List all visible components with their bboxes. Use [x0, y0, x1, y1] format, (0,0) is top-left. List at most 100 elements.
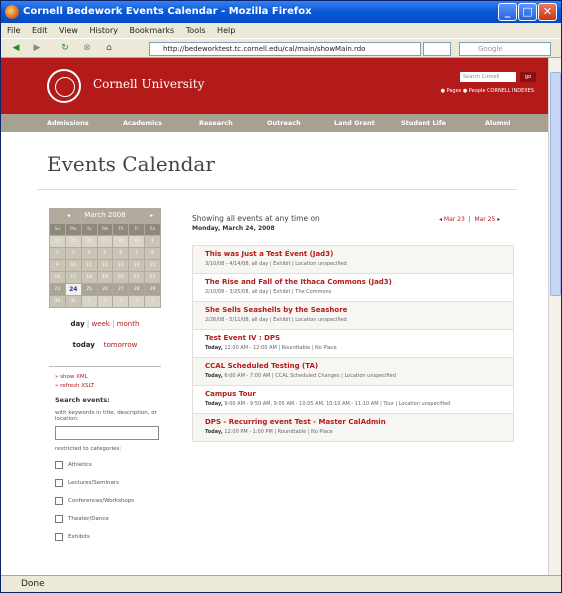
- event-title[interactable]: She Sells Seashells by the Seashore: [205, 306, 505, 314]
- nav-academics[interactable]: Academics: [123, 114, 162, 132]
- cornell-indexes-link[interactable]: CORNELL INDEXES: [487, 88, 534, 94]
- calendar-day[interactable]: 29: [129, 236, 145, 247]
- nav-student-life[interactable]: Student Life: [401, 114, 446, 132]
- keyword-search-input[interactable]: [55, 426, 159, 440]
- stop-icon[interactable]: ⊗: [79, 42, 95, 55]
- calendar-day[interactable]: 19: [97, 272, 113, 283]
- nav-research[interactable]: Research: [199, 114, 233, 132]
- nav-outreach[interactable]: Outreach: [267, 114, 301, 132]
- prev-month-icon[interactable]: ◂: [67, 208, 70, 223]
- category-checkbox[interactable]: [55, 497, 63, 505]
- event-title[interactable]: DPS - Recurring event Test - Master CalA…: [205, 418, 505, 426]
- calendar-day[interactable]: 30: [50, 296, 65, 307]
- calendar-day[interactable]: 26: [81, 236, 97, 247]
- header-search-input[interactable]: Search Cornell: [460, 72, 516, 82]
- calendar-day[interactable]: 2: [97, 296, 113, 307]
- event-title[interactable]: Campus Tour: [205, 390, 505, 398]
- calendar-day[interactable]: 13: [113, 260, 129, 271]
- category-checkbox[interactable]: [55, 479, 63, 487]
- view-month[interactable]: month: [117, 320, 140, 328]
- category-exhibits[interactable]: Exhibits: [55, 528, 165, 546]
- calendar-day[interactable]: 7: [129, 248, 145, 259]
- calendar-day[interactable]: 14: [129, 260, 145, 271]
- calendar-day[interactable]: 3: [113, 296, 129, 307]
- back-icon[interactable]: ◀: [7, 42, 25, 55]
- category-conferences[interactable]: Conferences/Workshops: [55, 492, 165, 510]
- category-checkbox[interactable]: [55, 461, 63, 469]
- prev-day-link[interactable]: ◂ Mar 23: [439, 216, 465, 223]
- category-theater[interactable]: Theater/Dance: [55, 510, 165, 528]
- header-search-button[interactable]: go: [520, 72, 536, 82]
- menu-help[interactable]: Help: [217, 26, 235, 35]
- menu-edit[interactable]: Edit: [32, 26, 48, 35]
- cornell-seal-logo[interactable]: [47, 69, 81, 103]
- category-checkbox[interactable]: [55, 533, 63, 541]
- nav-admissions[interactable]: Admissions: [47, 114, 89, 132]
- web-search-input[interactable]: Google: [459, 42, 551, 56]
- next-month-icon[interactable]: ▸: [150, 208, 153, 223]
- today-link[interactable]: today: [73, 341, 95, 349]
- calendar-day[interactable]: 24: [50, 236, 65, 247]
- calendar-day[interactable]: 16: [50, 272, 65, 283]
- scrollbar-thumb[interactable]: [550, 72, 561, 296]
- calendar-day[interactable]: 25: [65, 236, 81, 247]
- calendar-day[interactable]: 4: [81, 248, 97, 259]
- event-title[interactable]: The Rise and Fall of the Ithaca Commons …: [205, 278, 505, 286]
- calendar-day[interactable]: 11: [81, 260, 97, 271]
- event-title[interactable]: This was Just a Test Event (Jad3): [205, 250, 505, 258]
- menu-view[interactable]: View: [59, 26, 78, 35]
- calendar-day[interactable]: 25: [81, 284, 97, 295]
- home-icon[interactable]: ⌂: [101, 42, 117, 55]
- menu-file[interactable]: File: [7, 26, 20, 35]
- university-name[interactable]: Cornell University: [93, 77, 204, 91]
- minimize-button[interactable]: _: [498, 3, 517, 21]
- view-day[interactable]: day: [71, 320, 85, 328]
- menu-bookmarks[interactable]: Bookmarks: [130, 26, 175, 35]
- calendar-day[interactable]: 23: [50, 284, 65, 295]
- show-xml-link[interactable]: » show XML: [55, 374, 165, 380]
- vertical-scrollbar[interactable]: [548, 58, 561, 575]
- calendar-day[interactable]: 15: [145, 260, 160, 271]
- menu-history[interactable]: History: [90, 26, 118, 35]
- calendar-day[interactable]: 5: [97, 248, 113, 259]
- calendar-day[interactable]: 3: [65, 248, 81, 259]
- close-button[interactable]: ✕: [538, 3, 557, 21]
- maximize-button[interactable]: □: [518, 3, 537, 21]
- calendar-day[interactable]: 4: [129, 296, 145, 307]
- category-athletics[interactable]: Athletics: [55, 456, 165, 474]
- next-day-link[interactable]: Mar 25 ▸: [474, 216, 500, 223]
- calendar-day[interactable]: 1: [81, 296, 97, 307]
- refresh-xslt-link[interactable]: » refresh XSLT: [55, 383, 165, 389]
- calendar-day[interactable]: 12: [97, 260, 113, 271]
- radio-people[interactable]: ● People: [463, 88, 486, 94]
- category-lectures[interactable]: Lectures/Seminars: [55, 474, 165, 492]
- calendar-day[interactable]: 21: [129, 272, 145, 283]
- calendar-day[interactable]: 6: [113, 248, 129, 259]
- category-checkbox[interactable]: [55, 515, 63, 523]
- calendar-day[interactable]: 18: [81, 272, 97, 283]
- nav-alumni[interactable]: Alumni: [485, 114, 511, 132]
- view-week[interactable]: week: [91, 320, 109, 328]
- calendar-day-selected[interactable]: 24: [65, 284, 81, 295]
- event-title[interactable]: Test Event IV : DPS: [205, 334, 505, 342]
- calendar-day[interactable]: 27: [97, 236, 113, 247]
- calendar-day[interactable]: 9: [50, 260, 65, 271]
- event-title[interactable]: CCAL Scheduled Testing (TA): [205, 362, 505, 370]
- menu-tools[interactable]: Tools: [186, 26, 206, 35]
- calendar-day[interactable]: 28: [113, 236, 129, 247]
- url-input[interactable]: http://bedeworktest.tc.cornell.edu/cal/m…: [149, 42, 421, 56]
- nav-land-grant[interactable]: Land Grant: [334, 114, 375, 132]
- tomorrow-link[interactable]: tomorrow: [104, 341, 138, 349]
- reload-icon[interactable]: ↻: [57, 42, 73, 55]
- calendar-day[interactable]: 27: [113, 284, 129, 295]
- calendar-day[interactable]: 28: [129, 284, 145, 295]
- calendar-day[interactable]: 2: [50, 248, 65, 259]
- calendar-day[interactable]: 20: [113, 272, 129, 283]
- calendar-day[interactable]: 1: [145, 236, 160, 247]
- calendar-day[interactable]: 26: [97, 284, 113, 295]
- calendar-day[interactable]: 17: [65, 272, 81, 283]
- radio-pages[interactable]: ● Pages: [441, 88, 462, 94]
- go-button[interactable]: [423, 42, 451, 56]
- calendar-day[interactable]: 8: [145, 248, 160, 259]
- forward-icon[interactable]: ▶: [29, 42, 45, 55]
